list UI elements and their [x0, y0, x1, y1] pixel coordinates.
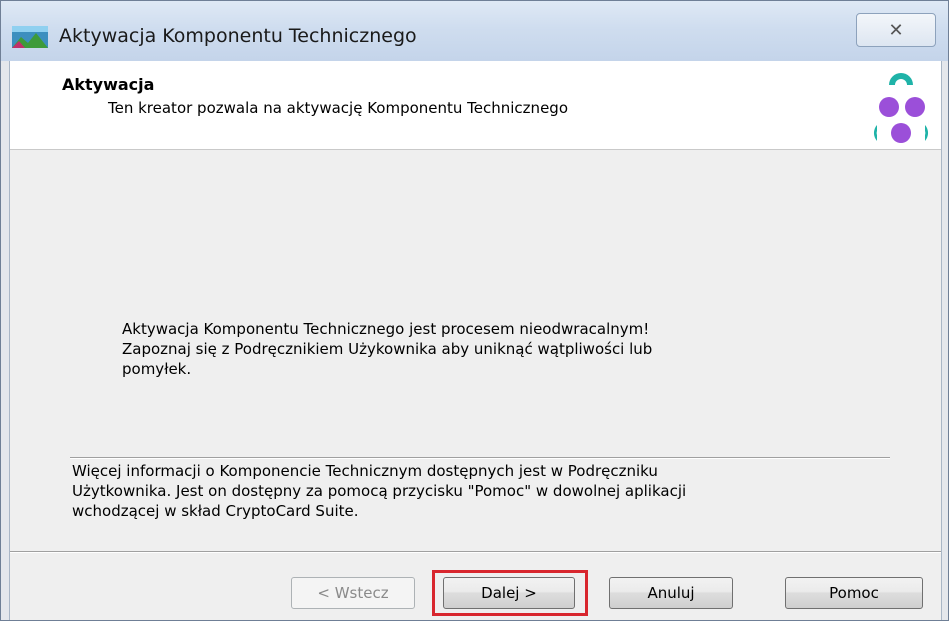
wizard-header: Aktywacja Ten kreator pozwala na aktywac…: [10, 61, 941, 150]
divider: [70, 457, 890, 459]
warning-line: pomyłek.: [122, 360, 192, 378]
wizard-step-subtitle: Ten kreator pozwala na aktywację Kompone…: [108, 99, 568, 117]
back-button[interactable]: < Wstecz: [291, 577, 415, 609]
title-bar: Aktywacja Komponentu Technicznego ✕: [1, 1, 948, 61]
warning-text: Aktywacja Komponentu Technicznego jest p…: [122, 319, 822, 379]
next-button-highlight: [432, 570, 588, 616]
info-text: Więcej informacji o Komponencie Technicz…: [72, 461, 872, 521]
window-title: Aktywacja Komponentu Technicznego: [59, 25, 417, 47]
app-icon: [12, 26, 48, 48]
info-line: Użytkownika. Jest on dostępny za pomocą …: [72, 482, 687, 500]
wizard-step-title: Aktywacja: [62, 75, 155, 94]
activation-wizard-window: Aktywacja Komponentu Technicznego ✕ Akty…: [0, 0, 949, 621]
close-button[interactable]: ✕: [856, 13, 936, 47]
close-icon: ✕: [888, 19, 904, 41]
warning-line: Aktywacja Komponentu Technicznego jest p…: [122, 320, 650, 338]
info-line: Więcej informacji o Komponencie Technicz…: [72, 462, 658, 480]
cancel-button[interactable]: Anuluj: [609, 577, 733, 609]
info-line: wchodzącej w skład CryptoCard Suite.: [72, 502, 359, 520]
help-button[interactable]: Pomoc: [785, 577, 923, 609]
three-dots-logo-icon: [873, 73, 929, 143]
wizard-client-area: Aktywacja Ten kreator pozwala na aktywac…: [9, 61, 942, 620]
divider: [10, 551, 941, 553]
warning-line: Zapoznaj się z Podręcznikiem Użykownika …: [122, 340, 653, 358]
